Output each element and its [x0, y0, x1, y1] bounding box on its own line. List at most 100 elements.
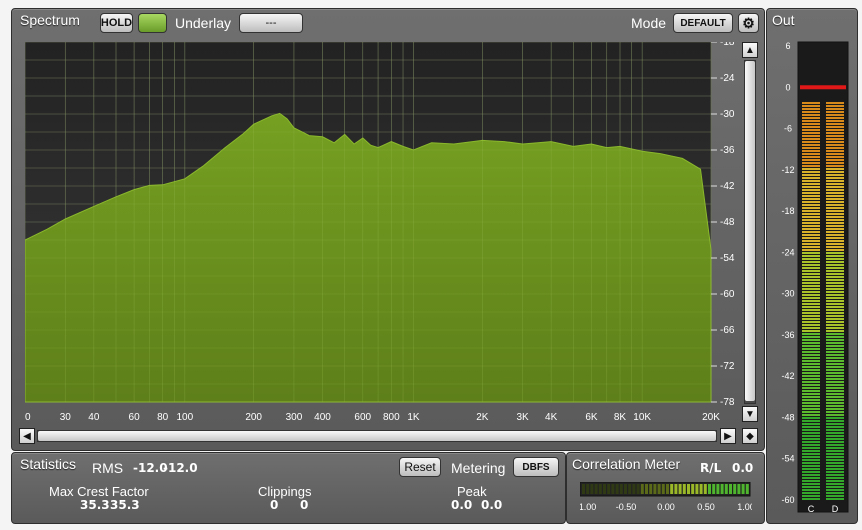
reset-button[interactable]: Reset [399, 457, 441, 477]
out-meter-segment [802, 381, 820, 383]
correlation-segment [586, 484, 590, 494]
out-meter-segment [802, 255, 820, 257]
out-meter-segment [802, 138, 820, 140]
out-meter-segment [802, 318, 820, 320]
settings-button[interactable]: ⚙ [738, 13, 759, 33]
out-meter-segment [826, 366, 844, 368]
out-meter-segment [826, 210, 844, 212]
out-meter-segment [826, 279, 844, 281]
reset-zoom-button[interactable]: ◆ [742, 428, 758, 444]
correlation-segment [636, 484, 640, 494]
out-meter-segment [802, 384, 820, 386]
out-meter-segment [826, 117, 844, 119]
out-meter-segment [802, 414, 820, 416]
out-meter-segment [826, 246, 844, 248]
out-meter-segment [802, 171, 820, 173]
out-meter-segment [826, 306, 844, 308]
out-meter-segment [802, 141, 820, 143]
peak-hold-indicator [800, 85, 846, 90]
out-meter-segment [826, 330, 844, 332]
y-tick-label: -60 [720, 289, 735, 300]
scroll-right-button[interactable]: ▶ [720, 428, 736, 444]
out-meter-segment [826, 468, 844, 470]
out-meter-segment [826, 189, 844, 191]
out-meter-segment [826, 192, 844, 194]
out-meter-segment [802, 378, 820, 380]
out-meter-segment [802, 489, 820, 491]
x-tick-label: 400 [314, 412, 331, 423]
out-meter-segment [802, 492, 820, 494]
correlation-segment [699, 484, 703, 494]
y-tick-label: -54 [720, 253, 735, 264]
out-meter-segment [802, 258, 820, 260]
out-meter-segment [826, 252, 844, 254]
correlation-segment [724, 484, 728, 494]
out-meter-segment [802, 225, 820, 227]
correlation-segment [678, 484, 682, 494]
out-meter-segment [826, 444, 844, 446]
out-scale-label: -30 [781, 289, 794, 299]
out-meter-segment [826, 402, 844, 404]
scroll-up-button[interactable]: ▲ [742, 42, 758, 58]
out-meter-segment [802, 291, 820, 293]
out-meter-segment [802, 408, 820, 410]
out-meter-segment [802, 465, 820, 467]
out-scale-label: -24 [781, 247, 794, 257]
correlation-tab[interactable]: Correlation Meter [572, 456, 680, 472]
hold-indicator-button[interactable] [138, 13, 167, 33]
out-meter-segment [826, 405, 844, 407]
mode-select[interactable]: DEFAULT [673, 13, 733, 33]
out-meter-segment [826, 342, 844, 344]
out-meter-segment [802, 237, 820, 239]
out-meter-segment [826, 126, 844, 128]
out-meter-segment [802, 483, 820, 485]
out-meter-segment [802, 201, 820, 203]
out-tab[interactable]: Out [772, 12, 795, 28]
y-tick-label: -78 [720, 397, 735, 408]
y-tick-label: -30 [720, 109, 735, 120]
underlay-label: Underlay [175, 15, 232, 31]
out-meter-segment [826, 387, 844, 389]
out-meter-segment [826, 462, 844, 464]
out-meter-segment [826, 351, 844, 353]
out-meter-segment [802, 417, 820, 419]
metering-select[interactable]: DBFS [513, 457, 559, 477]
correlation-segment [674, 484, 678, 494]
vertical-scroll-thumb[interactable] [745, 61, 755, 401]
horizontal-scrollbar[interactable] [37, 430, 717, 442]
mode-label: Mode [631, 15, 667, 31]
out-meter-segment [802, 426, 820, 428]
out-meter-segment [826, 111, 844, 113]
out-meter-segment [826, 225, 844, 227]
out-meter-segment [826, 435, 844, 437]
out-meter-segment [826, 276, 844, 278]
out-meter-segment [826, 414, 844, 416]
out-meter-segment [802, 348, 820, 350]
out-meter-segment [826, 156, 844, 158]
out-meter-segment [826, 120, 844, 122]
out-scale-label: -6 [784, 124, 792, 134]
out-meter-segment [826, 321, 844, 323]
out-meter-segment [802, 240, 820, 242]
out-meter-segment [802, 354, 820, 356]
out-meter-segment [802, 114, 820, 116]
correlation-segment [666, 484, 669, 494]
hold-button[interactable]: HOLD [100, 13, 133, 33]
x-tick-label: 200 [245, 412, 262, 423]
horizontal-scroll-thumb[interactable] [38, 431, 716, 441]
correlation-segment [737, 484, 741, 494]
out-meter-segment [802, 231, 820, 233]
out-meter-segment [802, 195, 820, 197]
out-meter-segment [826, 168, 844, 170]
scroll-down-button[interactable]: ▼ [742, 406, 758, 422]
out-meter-segment [826, 447, 844, 449]
correlation-segment [720, 484, 724, 494]
out-meter-segment [826, 300, 844, 302]
underlay-select[interactable]: --- [239, 13, 303, 33]
scroll-left-button[interactable]: ◀ [19, 428, 35, 444]
statistics-tab[interactable]: Statistics [20, 456, 76, 472]
out-channel-label: C [808, 504, 815, 514]
spectrum-tab[interactable]: Spectrum [20, 12, 80, 28]
vertical-scrollbar[interactable] [744, 60, 756, 404]
out-meter-segment [826, 201, 844, 203]
